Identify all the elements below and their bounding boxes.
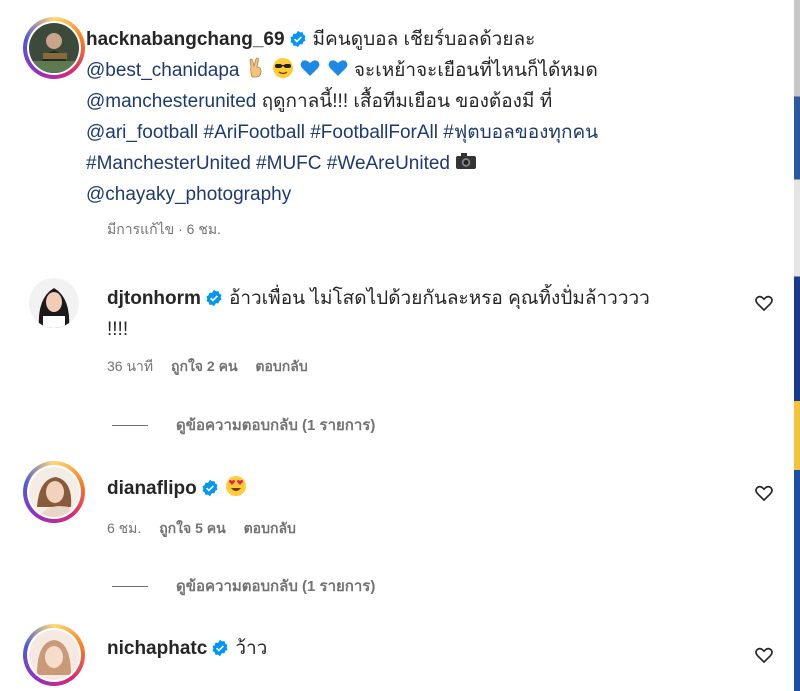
- comment-meta: 36 นาที ถูกใจ 2 คน ตอบกลับ: [107, 356, 322, 378]
- replies-divider: [112, 585, 148, 587]
- hashtag-link[interactable]: #MUFC: [256, 153, 321, 174]
- reply-button[interactable]: ตอบกลับ: [255, 358, 307, 374]
- comment-text: !!!!: [107, 319, 129, 340]
- victory-hand-icon: [249, 57, 262, 78]
- comment-username[interactable]: djtonhorm: [107, 288, 201, 309]
- hashtag-link[interactable]: #ManchesterUnited: [86, 153, 251, 174]
- verified-badge-icon: [212, 639, 228, 657]
- commenter-avatar[interactable]: [23, 272, 85, 334]
- avatar-image: [29, 278, 79, 328]
- like-heart-icon[interactable]: [754, 483, 774, 503]
- comment-meta: 6 ชม. ถูกใจ 5 คน ตอบกลับ: [107, 518, 310, 540]
- like-heart-icon[interactable]: [754, 645, 774, 665]
- caption-segment-2: จะเหย้าจะเยือนที่ไหนก็ได้หมด: [353, 60, 598, 81]
- reply-button[interactable]: ตอบกลับ: [244, 520, 296, 536]
- commenter-avatar[interactable]: [23, 624, 85, 686]
- caption-emojis: [245, 57, 354, 81]
- avatar-image: [29, 630, 79, 680]
- mention-link[interactable]: @best_chanidapa: [86, 60, 239, 81]
- post-author-avatar[interactable]: [23, 17, 85, 79]
- mention-link[interactable]: @chayaky_photography: [86, 184, 291, 205]
- camera-icon: [456, 153, 477, 169]
- sunglasses-face-icon: [273, 58, 294, 78]
- comment-text-block: dianaflipo: [107, 473, 247, 504]
- post-username[interactable]: hacknabangchang_69: [86, 29, 285, 50]
- view-replies-label: ดูข้อความตอบกลับ (1 รายการ): [176, 578, 376, 595]
- comment-time: 36 นาที: [107, 358, 154, 374]
- hashtag-link[interactable]: #AriFootball: [204, 122, 305, 143]
- comment-text-block: nichaphatc ว้าว: [107, 633, 267, 664]
- comment-text-block: djtonhorm อ้าวเพื่อน ไม่โสดไปด้วยกันละหรอ…: [107, 283, 667, 345]
- comment-time: 6 ชม.: [107, 520, 142, 536]
- caption-segment-1: มีคนดูบอล เชียร์บอลด้วยละ: [312, 29, 536, 50]
- hashtag-link[interactable]: #FootballForAll: [310, 122, 438, 143]
- blue-heart-icon: [300, 60, 320, 76]
- caption-segment-3: ฤดูกาลนี้!!! เสื้อทีมเยือน ของต้องมี ที่: [261, 91, 553, 112]
- right-edge-background: [794, 0, 800, 691]
- view-replies-button[interactable]: ดูข้อความตอบกลับ (1 รายการ): [112, 413, 375, 437]
- avatar-image: [29, 23, 79, 73]
- verified-badge-icon: [202, 479, 218, 497]
- blue-heart-icon: [328, 60, 347, 76]
- verified-badge-icon: [290, 30, 306, 48]
- view-replies-label: ดูข้อความตอบกลับ (1 รายการ): [176, 417, 376, 434]
- replies-divider: [112, 424, 148, 426]
- avatar-image: [29, 467, 79, 517]
- verified-badge-icon: [206, 289, 222, 307]
- comment-likes[interactable]: ถูกใจ 5 คน: [159, 520, 226, 536]
- comment-likes[interactable]: ถูกใจ 2 คน: [171, 358, 238, 374]
- mention-link[interactable]: @ari_football: [86, 122, 198, 143]
- hashtag-link[interactable]: #ฟุตบอลของทุกคน: [443, 122, 598, 143]
- commenter-avatar[interactable]: [23, 461, 85, 523]
- comment-username[interactable]: dianaflipo: [107, 478, 197, 499]
- hashtag-link[interactable]: #WeAreUnited: [327, 153, 450, 174]
- post-caption-text: hacknabangchang_69 มีคนดูบอล เชียร์บอลด้ว…: [86, 24, 656, 210]
- comment-text: ว้าว: [235, 638, 268, 659]
- view-replies-button[interactable]: ดูข้อความตอบกลับ (1 รายการ): [112, 574, 375, 598]
- like-heart-icon[interactable]: [754, 293, 774, 313]
- mention-link[interactable]: @manchesterunited: [86, 91, 256, 112]
- comment-text: อ้าวเพื่อน ไม่โสดไปด้วยกันละหรอ คุณทิ้งป…: [228, 288, 650, 309]
- comment-username[interactable]: nichaphatc: [107, 638, 207, 659]
- heart-eyes-emoji-icon: [225, 476, 246, 496]
- post-meta: มีการแก้ไข · 6 ชม.: [107, 221, 221, 237]
